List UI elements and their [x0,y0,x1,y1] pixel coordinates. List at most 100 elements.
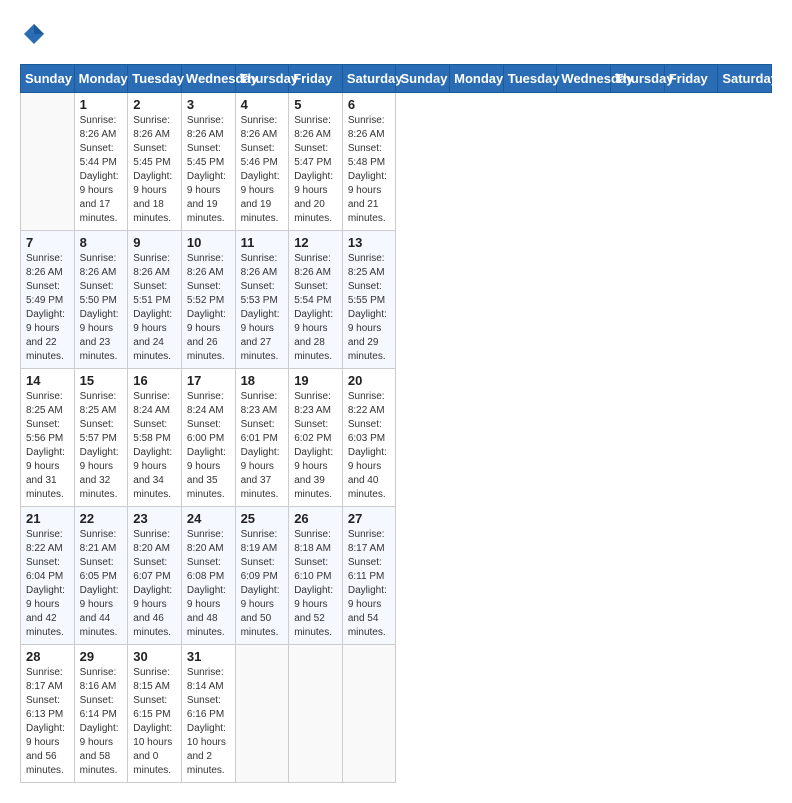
day-number: 16 [133,373,176,388]
day-number: 21 [26,511,69,526]
day-info: Sunrise: 8:22 AMSunset: 6:04 PMDaylight:… [26,528,69,640]
col-header-saturday: Saturday [342,65,396,93]
col-header-sunday: Sunday [21,65,75,93]
day-number: 1 [80,97,123,112]
calendar-cell: 26 Sunrise: 8:18 AMSunset: 6:10 PMDaylig… [289,507,343,645]
col-header-sunday: Sunday [396,65,450,93]
day-number: 26 [294,511,337,526]
header-row: SundayMondayTuesdayWednesdayThursdayFrid… [21,65,772,93]
week-row-4: 21 Sunrise: 8:22 AMSunset: 6:04 PMDaylig… [21,507,772,645]
calendar-cell: 21 Sunrise: 8:22 AMSunset: 6:04 PMDaylig… [21,507,75,645]
day-number: 19 [294,373,337,388]
calendar-cell: 24 Sunrise: 8:20 AMSunset: 6:08 PMDaylig… [181,507,235,645]
day-number: 18 [241,373,284,388]
day-number: 11 [241,235,284,250]
day-info: Sunrise: 8:26 AMSunset: 5:52 PMDaylight:… [187,252,230,364]
day-number: 17 [187,373,230,388]
day-number: 14 [26,373,69,388]
calendar-cell: 18 Sunrise: 8:23 AMSunset: 6:01 PMDaylig… [235,369,289,507]
week-row-3: 14 Sunrise: 8:25 AMSunset: 5:56 PMDaylig… [21,369,772,507]
calendar-cell: 14 Sunrise: 8:25 AMSunset: 5:56 PMDaylig… [21,369,75,507]
col-header-tuesday: Tuesday [503,65,557,93]
day-number: 6 [348,97,391,112]
calendar-cell [289,645,343,783]
calendar-cell: 23 Sunrise: 8:20 AMSunset: 6:07 PMDaylig… [128,507,182,645]
calendar-cell: 25 Sunrise: 8:19 AMSunset: 6:09 PMDaylig… [235,507,289,645]
calendar-cell: 27 Sunrise: 8:17 AMSunset: 6:11 PMDaylig… [342,507,396,645]
day-number: 24 [187,511,230,526]
page-header [20,20,772,48]
calendar-cell: 9 Sunrise: 8:26 AMSunset: 5:51 PMDayligh… [128,231,182,369]
day-info: Sunrise: 8:22 AMSunset: 6:03 PMDaylight:… [348,390,391,502]
day-number: 12 [294,235,337,250]
day-info: Sunrise: 8:25 AMSunset: 5:55 PMDaylight:… [348,252,391,364]
day-info: Sunrise: 8:26 AMSunset: 5:53 PMDaylight:… [241,252,284,364]
calendar-table: SundayMondayTuesdayWednesdayThursdayFrid… [20,64,772,783]
day-info: Sunrise: 8:20 AMSunset: 6:08 PMDaylight:… [187,528,230,640]
calendar-cell: 13 Sunrise: 8:25 AMSunset: 5:55 PMDaylig… [342,231,396,369]
day-info: Sunrise: 8:17 AMSunset: 6:11 PMDaylight:… [348,528,391,640]
logo [20,20,52,48]
day-number: 30 [133,649,176,664]
day-info: Sunrise: 8:19 AMSunset: 6:09 PMDaylight:… [241,528,284,640]
col-header-monday: Monday [450,65,504,93]
day-number: 2 [133,97,176,112]
day-info: Sunrise: 8:26 AMSunset: 5:51 PMDaylight:… [133,252,176,364]
col-header-wednesday: Wednesday [557,65,611,93]
calendar-cell: 6 Sunrise: 8:26 AMSunset: 5:48 PMDayligh… [342,93,396,231]
calendar-cell: 17 Sunrise: 8:24 AMSunset: 6:00 PMDaylig… [181,369,235,507]
week-row-2: 7 Sunrise: 8:26 AMSunset: 5:49 PMDayligh… [21,231,772,369]
day-number: 31 [187,649,230,664]
day-number: 22 [80,511,123,526]
calendar-cell: 3 Sunrise: 8:26 AMSunset: 5:45 PMDayligh… [181,93,235,231]
day-number: 23 [133,511,176,526]
calendar-cell: 22 Sunrise: 8:21 AMSunset: 6:05 PMDaylig… [74,507,128,645]
week-row-5: 28 Sunrise: 8:17 AMSunset: 6:13 PMDaylig… [21,645,772,783]
day-number: 10 [187,235,230,250]
day-number: 27 [348,511,391,526]
day-info: Sunrise: 8:20 AMSunset: 6:07 PMDaylight:… [133,528,176,640]
calendar-cell: 31 Sunrise: 8:14 AMSunset: 6:16 PMDaylig… [181,645,235,783]
day-info: Sunrise: 8:25 AMSunset: 5:57 PMDaylight:… [80,390,123,502]
day-number: 13 [348,235,391,250]
day-info: Sunrise: 8:26 AMSunset: 5:49 PMDaylight:… [26,252,69,364]
day-info: Sunrise: 8:26 AMSunset: 5:48 PMDaylight:… [348,114,391,226]
day-number: 20 [348,373,391,388]
day-info: Sunrise: 8:15 AMSunset: 6:15 PMDaylight:… [133,666,176,778]
col-header-saturday: Saturday [718,65,772,93]
day-number: 28 [26,649,69,664]
calendar-cell: 16 Sunrise: 8:24 AMSunset: 5:58 PMDaylig… [128,369,182,507]
calendar-cell: 28 Sunrise: 8:17 AMSunset: 6:13 PMDaylig… [21,645,75,783]
col-header-friday: Friday [664,65,718,93]
calendar-cell: 15 Sunrise: 8:25 AMSunset: 5:57 PMDaylig… [74,369,128,507]
day-info: Sunrise: 8:24 AMSunset: 5:58 PMDaylight:… [133,390,176,502]
day-number: 4 [241,97,284,112]
day-info: Sunrise: 8:23 AMSunset: 6:01 PMDaylight:… [241,390,284,502]
day-info: Sunrise: 8:14 AMSunset: 6:16 PMDaylight:… [187,666,230,778]
day-info: Sunrise: 8:17 AMSunset: 6:13 PMDaylight:… [26,666,69,778]
calendar-cell: 5 Sunrise: 8:26 AMSunset: 5:47 PMDayligh… [289,93,343,231]
calendar-cell: 30 Sunrise: 8:15 AMSunset: 6:15 PMDaylig… [128,645,182,783]
day-number: 7 [26,235,69,250]
calendar-cell: 7 Sunrise: 8:26 AMSunset: 5:49 PMDayligh… [21,231,75,369]
day-info: Sunrise: 8:26 AMSunset: 5:45 PMDaylight:… [133,114,176,226]
day-number: 5 [294,97,337,112]
col-header-thursday: Thursday [611,65,665,93]
day-info: Sunrise: 8:25 AMSunset: 5:56 PMDaylight:… [26,390,69,502]
col-header-thursday: Thursday [235,65,289,93]
day-number: 3 [187,97,230,112]
col-header-wednesday: Wednesday [181,65,235,93]
day-number: 8 [80,235,123,250]
calendar-cell: 20 Sunrise: 8:22 AMSunset: 6:03 PMDaylig… [342,369,396,507]
day-number: 9 [133,235,176,250]
day-info: Sunrise: 8:18 AMSunset: 6:10 PMDaylight:… [294,528,337,640]
calendar-cell: 10 Sunrise: 8:26 AMSunset: 5:52 PMDaylig… [181,231,235,369]
week-row-1: 1 Sunrise: 8:26 AMSunset: 5:44 PMDayligh… [21,93,772,231]
day-info: Sunrise: 8:24 AMSunset: 6:00 PMDaylight:… [187,390,230,502]
calendar-cell: 2 Sunrise: 8:26 AMSunset: 5:45 PMDayligh… [128,93,182,231]
day-number: 29 [80,649,123,664]
calendar-cell: 12 Sunrise: 8:26 AMSunset: 5:54 PMDaylig… [289,231,343,369]
day-info: Sunrise: 8:21 AMSunset: 6:05 PMDaylight:… [80,528,123,640]
calendar-cell: 11 Sunrise: 8:26 AMSunset: 5:53 PMDaylig… [235,231,289,369]
day-info: Sunrise: 8:26 AMSunset: 5:50 PMDaylight:… [80,252,123,364]
